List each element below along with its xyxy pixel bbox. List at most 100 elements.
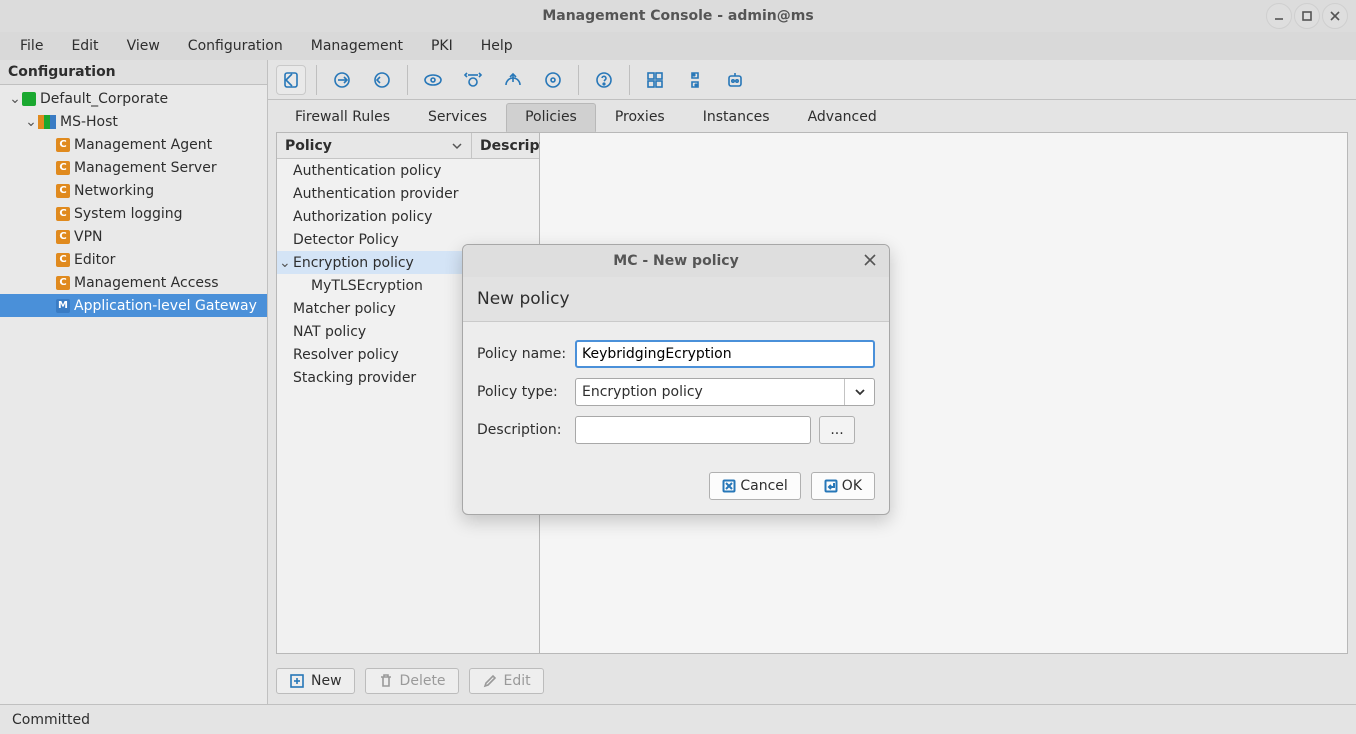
chevron-down-icon: ⌄ bbox=[279, 255, 293, 271]
cancel-button[interactable]: Cancel bbox=[709, 472, 800, 500]
status-text: Committed bbox=[12, 712, 90, 728]
policy-row-label: Stacking provider bbox=[293, 370, 416, 386]
policy-type-select[interactable]: Encryption policy bbox=[575, 378, 875, 406]
window-titlebar: Management Console - admin@ms bbox=[0, 0, 1356, 32]
toolbar-separator bbox=[316, 65, 317, 95]
tree-site-label: Default_Corporate bbox=[40, 91, 168, 107]
toolbar-separator bbox=[629, 65, 630, 95]
toolbar-separator bbox=[578, 65, 579, 95]
tree-host[interactable]: ⌄ MS-Host bbox=[0, 110, 267, 133]
minimize-button[interactable] bbox=[1266, 3, 1292, 29]
toolbar-btn-help[interactable] bbox=[589, 65, 619, 95]
configuration-sidebar: Configuration ⌄ Default_Corporate ⌄ MS-H… bbox=[0, 60, 268, 704]
chevron-down-icon: ⌄ bbox=[24, 114, 38, 130]
tree-item-label: Networking bbox=[74, 183, 154, 199]
tree-item-mgmt-access[interactable]: CManagement Access bbox=[0, 271, 267, 294]
policy-name-label: Policy name: bbox=[477, 346, 567, 362]
component-icon: C bbox=[56, 230, 70, 244]
delete-button[interactable]: Delete bbox=[365, 668, 459, 694]
toolbar-separator bbox=[407, 65, 408, 95]
tree-item-label: Editor bbox=[74, 252, 115, 268]
tree-host-label: MS-Host bbox=[60, 114, 118, 130]
menu-view[interactable]: View bbox=[113, 35, 174, 57]
toolbar-btn-grid[interactable] bbox=[640, 65, 670, 95]
policy-list-header: Policy Description bbox=[277, 133, 539, 159]
menu-file[interactable]: File bbox=[6, 35, 57, 57]
tree-site[interactable]: ⌄ Default_Corporate bbox=[0, 87, 267, 110]
toolbar-btn-target[interactable] bbox=[538, 65, 568, 95]
menu-configuration[interactable]: Configuration bbox=[174, 35, 297, 57]
pencil-icon bbox=[482, 673, 498, 689]
menu-bar: File Edit View Configuration Management … bbox=[0, 32, 1356, 60]
menu-management[interactable]: Management bbox=[297, 35, 417, 57]
toolbar-btn-back[interactable] bbox=[276, 65, 306, 95]
tree-item-app-gateway[interactable]: MApplication-level Gateway bbox=[0, 294, 267, 317]
maximize-button[interactable] bbox=[1294, 3, 1320, 29]
toolbar-btn-commit[interactable] bbox=[327, 65, 357, 95]
ok-button-label: OK bbox=[842, 478, 862, 494]
delete-button-label: Delete bbox=[400, 673, 446, 689]
dialog-titlebar: MC - New policy bbox=[463, 245, 889, 277]
policy-row[interactable]: Authorization policy bbox=[277, 205, 539, 228]
chevron-down-icon bbox=[451, 140, 463, 152]
config-tree: ⌄ Default_Corporate ⌄ MS-Host CManagemen… bbox=[0, 85, 267, 704]
menu-pki[interactable]: PKI bbox=[417, 35, 467, 57]
dialog-close-button[interactable] bbox=[863, 253, 879, 269]
tree-item-label: VPN bbox=[74, 229, 103, 245]
toolbar-btn-upload[interactable] bbox=[498, 65, 528, 95]
policy-subrow-label: MyTLSEcryption bbox=[311, 278, 423, 294]
tree-item-mgmt-agent[interactable]: CManagement Agent bbox=[0, 133, 267, 156]
tree-item-syslog[interactable]: CSystem logging bbox=[0, 202, 267, 225]
policy-row-label: Authorization policy bbox=[293, 209, 432, 225]
tab-policies[interactable]: Policies bbox=[506, 103, 596, 132]
tree-item-networking[interactable]: CNetworking bbox=[0, 179, 267, 202]
policy-row-label: Encryption policy bbox=[293, 255, 414, 271]
policy-row-label: Authentication provider bbox=[293, 186, 459, 202]
content-tabs: Firewall Rules Services Policies Proxies… bbox=[268, 100, 1356, 132]
ok-button[interactable]: OK bbox=[811, 472, 875, 500]
toolbar-btn-revert[interactable] bbox=[367, 65, 397, 95]
dialog-title: MC - New policy bbox=[613, 253, 738, 269]
new-button[interactable]: New bbox=[276, 668, 355, 694]
chevron-down-icon[interactable] bbox=[844, 379, 874, 405]
tab-services[interactable]: Services bbox=[409, 103, 506, 132]
description-browse-button[interactable]: ... bbox=[819, 416, 855, 444]
edit-button[interactable]: Edit bbox=[469, 668, 544, 694]
policy-row-label: Resolver policy bbox=[293, 347, 399, 363]
component-icon: C bbox=[56, 253, 70, 267]
tab-firewall-rules[interactable]: Firewall Rules bbox=[276, 103, 409, 132]
tree-item-mgmt-server[interactable]: CManagement Server bbox=[0, 156, 267, 179]
toolbar-btn-view[interactable] bbox=[418, 65, 448, 95]
close-button[interactable] bbox=[1322, 3, 1348, 29]
tab-advanced[interactable]: Advanced bbox=[789, 103, 896, 132]
policy-name-input[interactable] bbox=[575, 340, 875, 368]
dialog-body: Policy name: Policy type: Encryption pol… bbox=[463, 322, 889, 464]
trash-icon bbox=[378, 673, 394, 689]
policy-desc-input[interactable] bbox=[575, 416, 811, 444]
component-icon: C bbox=[56, 207, 70, 221]
toolbar-btn-python[interactable] bbox=[680, 65, 710, 95]
menu-edit[interactable]: Edit bbox=[57, 35, 112, 57]
toolbar-btn-settings-swap[interactable] bbox=[458, 65, 488, 95]
new-button-label: New bbox=[311, 673, 342, 689]
menu-help[interactable]: Help bbox=[467, 35, 527, 57]
new-policy-dialog: MC - New policy New policy Policy name: … bbox=[462, 244, 890, 515]
policy-desc-label: Description: bbox=[477, 422, 567, 438]
policy-type-value: Encryption policy bbox=[576, 384, 844, 400]
tab-proxies[interactable]: Proxies bbox=[596, 103, 684, 132]
dialog-header: New policy bbox=[463, 277, 889, 322]
host-icon bbox=[38, 115, 56, 129]
tree-item-label: Management Server bbox=[74, 160, 217, 176]
policy-row[interactable]: Authentication provider bbox=[277, 182, 539, 205]
policy-row-label: Detector Policy bbox=[293, 232, 399, 248]
tree-item-editor[interactable]: C Editor bbox=[0, 248, 267, 271]
window-title: Management Console - admin@ms bbox=[542, 8, 813, 24]
cancel-button-label: Cancel bbox=[740, 478, 787, 494]
toolbar-btn-robot[interactable] bbox=[720, 65, 750, 95]
tree-item-label: Application-level Gateway bbox=[74, 298, 257, 314]
tab-instances[interactable]: Instances bbox=[684, 103, 789, 132]
tree-item-vpn[interactable]: C VPN bbox=[0, 225, 267, 248]
enter-icon bbox=[824, 479, 838, 493]
policy-row[interactable]: Authentication policy bbox=[277, 159, 539, 182]
policy-col-policy[interactable]: Policy bbox=[277, 133, 472, 158]
